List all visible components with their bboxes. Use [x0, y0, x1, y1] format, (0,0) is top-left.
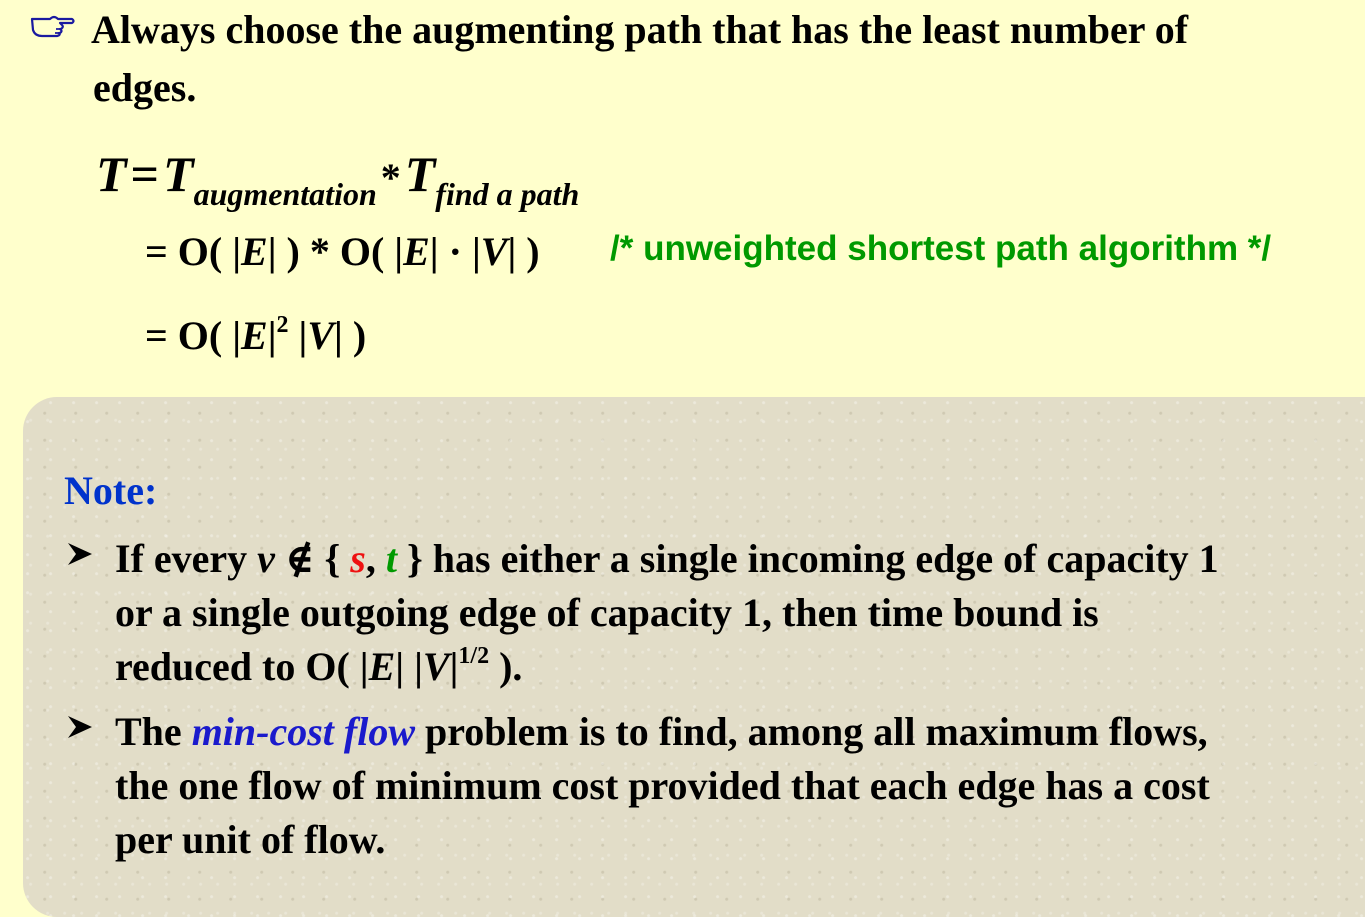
formula-sub-find-path: find a path [435, 176, 580, 212]
main-point-line-1: Always choose the augmenting path that h… [91, 7, 1189, 52]
note-exponent: 1/2 [458, 643, 490, 670]
arrowhead-bullet-icon [68, 716, 92, 738]
formula-lhs: T [96, 146, 127, 202]
note-item-1-line-3: reduced to O( |E| |V|1/2 ). [115, 643, 522, 690]
main-point-line-2: edges. [93, 65, 197, 110]
note-term-min-cost-flow: min-cost flow [191, 709, 416, 754]
formula-var-e: E [403, 229, 430, 274]
note-var-t: t [385, 536, 397, 581]
note-item-2-line-3: per unit of flow. [115, 817, 386, 862]
formula-line-2: = O( |E| ) * O( |E| · |V| ) [145, 228, 540, 275]
formula-exponent: 2 [276, 312, 289, 339]
formula-line-1: T = Taugmentation * Tfind a path [96, 145, 579, 212]
arrowhead-bullet-icon [68, 543, 92, 565]
formula-t-find-path: T [404, 146, 436, 202]
note-var-e: E [368, 644, 396, 689]
formula-text: | [288, 313, 308, 358]
formula-text: | ) [507, 229, 540, 274]
formula-t-augmentation: T [163, 146, 194, 202]
note-item-2-line-1: The min-cost flow problem is to find, am… [115, 708, 1208, 755]
note-text: The [115, 709, 192, 754]
note-item-1-line-1: If every v ∉ { s, t } has either a singl… [115, 535, 1219, 582]
pointing-hand-icon [30, 15, 75, 38]
algorithm-comment: /* unweighted shortest path algorithm */ [610, 229, 1272, 268]
formula-var-v: V [480, 229, 508, 274]
note-text: reduced to O( | [115, 644, 369, 689]
formula-line-3: = O( |E|2 |V| ) [145, 312, 366, 359]
formula-equals: = [130, 146, 160, 202]
formula-times: * [380, 155, 401, 200]
formula-text: | ) * O( | [267, 229, 404, 274]
formula-text: = O( | [145, 229, 242, 274]
formula-var-e: E [241, 229, 268, 274]
formula-text: = O( | [145, 313, 242, 358]
note-text: ∉ { [274, 536, 351, 581]
note-text: ). [489, 644, 523, 689]
note-item-2-line-2: the one flow of minimum cost provided th… [115, 763, 1210, 808]
formula-text: | · | [429, 229, 481, 274]
note-var-v: V [422, 644, 450, 689]
formula-text: | ) [334, 313, 367, 358]
note-title: Note: [64, 468, 158, 513]
formula-var-e: E [241, 313, 268, 358]
note-text: , [365, 536, 386, 581]
note-text: } has either a single incoming edge of c… [397, 536, 1219, 581]
formula-text: | [267, 313, 277, 358]
note-text: problem is to find, among all maximum fl… [415, 709, 1208, 754]
note-text: | | [395, 644, 423, 689]
formula-var-v: V [307, 313, 335, 358]
note-var-s: s [350, 536, 366, 581]
formula-sub-augmentation: augmentation [193, 176, 377, 212]
note-var-v: v [257, 536, 275, 581]
note-item-1-line-2: or a single outgoing edge of capacity 1,… [115, 590, 1099, 635]
note-text: If every [115, 536, 258, 581]
